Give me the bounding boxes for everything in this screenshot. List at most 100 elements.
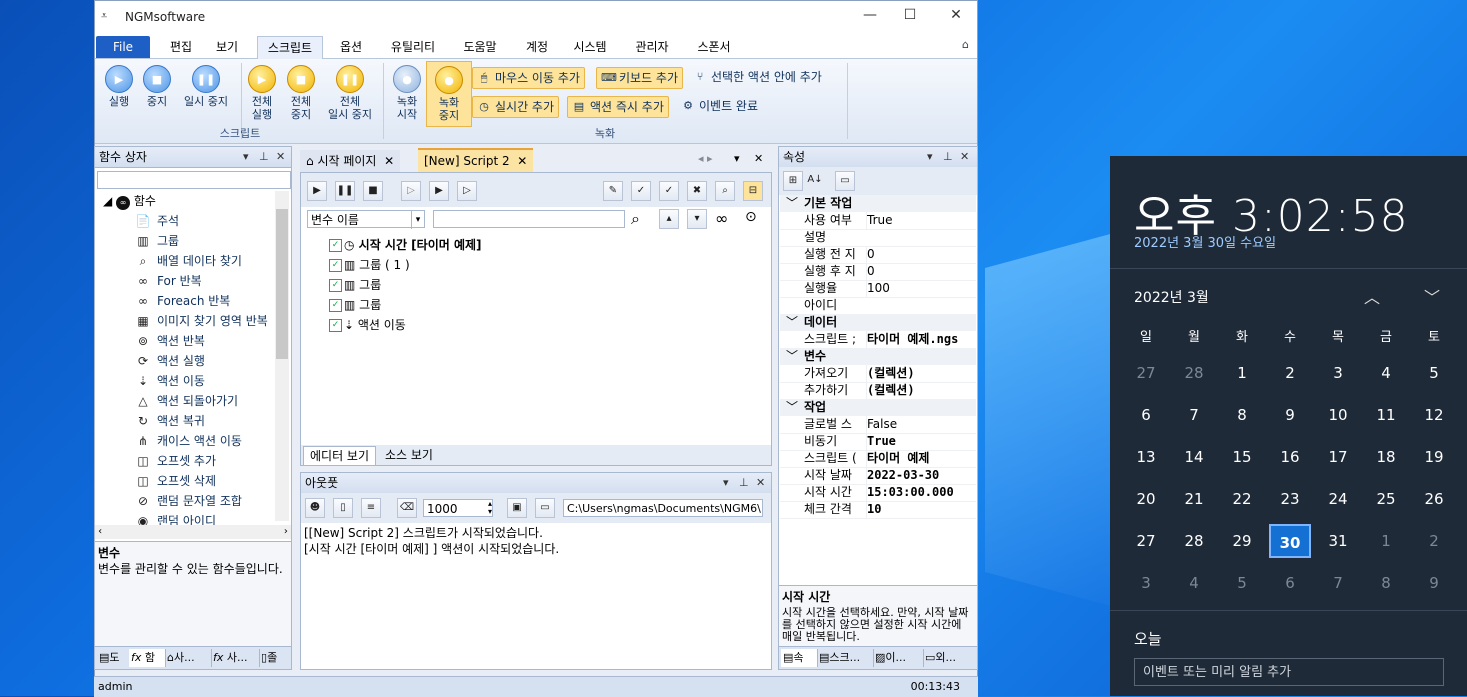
run-all-button[interactable]: ▶ 전체 실행 <box>240 65 284 121</box>
collapse-ribbon-icon[interactable]: ⌂ <box>962 38 969 51</box>
tab-new-script-2[interactable]: [New] Script 2 ✕ <box>418 148 534 172</box>
pin-icon[interactable]: ⊥ <box>259 147 269 167</box>
tab-list-icon[interactable]: ▾ <box>734 152 740 165</box>
calendar-day[interactable]: 3 <box>1317 356 1359 390</box>
property-row[interactable]: 시작 시간 15:03:00.000 <box>780 484 976 502</box>
output-list-icon[interactable]: ≡ <box>361 498 381 518</box>
editor-edit-icon[interactable]: ✎ <box>603 181 623 201</box>
chevron-down-icon[interactable]: ﹀ <box>1424 284 1440 308</box>
tab-file[interactable]: File <box>96 36 150 58</box>
tab-images[interactable]: ▨이... <box>873 649 924 667</box>
calendar-day[interactable]: 18 <box>1365 440 1407 474</box>
property-row[interactable]: 실행 전 지0 <box>780 246 976 264</box>
calendar-day[interactable]: 2 <box>1413 524 1455 558</box>
calendar-day[interactable]: 7 <box>1317 566 1359 600</box>
sort-az-icon[interactable]: A↓ <box>805 171 825 191</box>
tab-script[interactable]: 스크립트 <box>257 36 323 59</box>
add-keyboard-button[interactable]: ⌨ 키보드 추가 <box>596 67 684 89</box>
toolbox-hscrollbar[interactable]: ‹ › <box>95 525 291 539</box>
property-category[interactable]: ﹀ 기본 작업 <box>780 195 976 212</box>
property-row[interactable]: 가져오기 (컬렉션) <box>780 365 976 383</box>
tab-edit[interactable]: 편집 <box>163 36 199 58</box>
folder-icon[interactable]: ▭ <box>535 498 555 518</box>
move-up-icon[interactable]: ▴ <box>659 209 679 229</box>
output-line-limit[interactable]: 1000 ▴ ▾ <box>423 499 493 517</box>
editor-search-icon[interactable]: ⌕ <box>715 181 735 201</box>
add-event-input[interactable]: 이벤트 또는 미리 알림 추가 <box>1134 658 1444 686</box>
editor-step-icon[interactable]: ▷ <box>401 181 421 201</box>
tab-start-page[interactable]: ⌂ 시작 페이지 ✕ <box>300 150 401 172</box>
stop-all-button[interactable]: ■ 전체 중지 <box>279 65 323 121</box>
tab-sponsor[interactable]: 스폰서 <box>691 36 737 58</box>
calendar-day[interactable]: 2 <box>1269 356 1311 390</box>
variable-value-input[interactable] <box>433 210 625 228</box>
property-pages-icon[interactable]: ▭ <box>835 171 855 191</box>
toolbox-item[interactable]: 📄 주석 <box>135 211 180 231</box>
toolbox-item[interactable]: ⊚ 액션 반복 <box>135 331 205 351</box>
calendar-day[interactable]: 1 <box>1221 356 1263 390</box>
close-button[interactable]: ✕ <box>941 7 971 27</box>
property-row[interactable]: 스크립트 (타이머 예제 <box>780 450 976 468</box>
output-log-icon[interactable]: ▯ <box>333 498 353 518</box>
maximize-button[interactable]: ☐ <box>895 7 925 27</box>
calendar-day[interactable]: 14 <box>1173 440 1215 474</box>
tab-scroll-icon[interactable]: ◂ ▸ <box>698 152 713 165</box>
categorized-icon[interactable]: ⊞ <box>783 171 803 191</box>
add-in-selected-action-button[interactable]: ⑂ 선택한 액션 안에 추가 <box>689 67 826 87</box>
toolbox-item[interactable]: ▦ 이미지 찾기 영역 반복 <box>135 311 267 331</box>
editor-stop-icon[interactable]: ■ <box>363 181 383 201</box>
toolbox-item[interactable]: ◫ 오프셋 삭제 <box>135 471 216 491</box>
calendar-day[interactable]: 1 <box>1365 524 1407 558</box>
calendar-day[interactable]: 27 <box>1125 524 1167 558</box>
tab-editor-view[interactable]: 에디터 보기 <box>303 446 377 466</box>
save-icon[interactable]: ▣ <box>507 498 527 518</box>
tab-utility[interactable]: 유틸리티 <box>385 36 441 58</box>
editor-step-into-icon[interactable]: ▶ <box>429 181 449 201</box>
property-row[interactable]: 시작 날짜 2022-03-30 <box>780 467 976 485</box>
toolbox-item[interactable]: ⋔ 캐이스 액션 이동 <box>135 431 242 451</box>
calendar-day[interactable]: 3 <box>1125 566 1167 600</box>
toolbox-scrollbar[interactable] <box>275 191 289 521</box>
tab-close-icon[interactable]: ✕ <box>754 152 763 165</box>
toolbox-search-input[interactable] <box>97 171 291 189</box>
record-stop-button[interactable]: ● 녹화 중지 <box>426 61 472 127</box>
dropdown-icon[interactable]: ▾ <box>243 147 249 167</box>
pin-icon[interactable]: ⊥ <box>739 473 749 493</box>
dropdown-icon[interactable]: ▾ <box>723 473 729 493</box>
add-realtime-button[interactable]: ◷ 실시간 추가 <box>472 96 560 118</box>
calendar-day[interactable]: 6 <box>1125 398 1167 432</box>
script-action-row[interactable]: ✓ ▥ 그룹 <box>329 295 381 315</box>
action-checkbox[interactable]: ✓ <box>329 319 342 332</box>
search-icon[interactable]: ⌕ <box>631 209 640 229</box>
calendar-day[interactable]: 8 <box>1365 566 1407 600</box>
dropdown-icon[interactable]: ▾ <box>927 147 933 167</box>
calendar-day[interactable]: 8 <box>1221 398 1263 432</box>
editor-step-over-icon[interactable]: ▷ <box>457 181 477 201</box>
calendar-month[interactable]: 2022년 3월 <box>1134 287 1209 307</box>
property-category[interactable]: ﹀ 데이터 <box>780 314 976 331</box>
output-erase-icon[interactable]: ⌫ <box>397 498 417 518</box>
calendar-day[interactable]: 5 <box>1221 566 1263 600</box>
tab-system[interactable]: 시스템 <box>567 36 613 58</box>
close-icon[interactable]: ✕ <box>756 473 765 493</box>
tree-root[interactable]: ◢ ∞ 함수 <box>103 191 156 211</box>
move-down-icon[interactable]: ▾ <box>687 209 707 229</box>
calendar-day[interactable]: 28 <box>1173 524 1215 558</box>
property-row[interactable]: 스크립트 ; 타이머 예제.ngs <box>780 331 976 349</box>
calendar-day[interactable]: 11 <box>1365 398 1407 432</box>
calendar-day[interactable]: 4 <box>1173 566 1215 600</box>
record-start-button[interactable]: ● 녹화 시작 <box>385 65 429 121</box>
script-action-row[interactable]: ✓ ⇣ 액션 이동 <box>329 315 406 335</box>
property-row[interactable]: 실행율 100 <box>780 280 976 298</box>
calendar-day[interactable]: 24 <box>1317 482 1359 516</box>
property-row[interactable]: 추가하기 (컬렉션) <box>780 382 976 400</box>
collapse-icon[interactable]: ﹀ <box>786 348 798 365</box>
property-row[interactable]: 글로벌 스 False <box>780 416 976 434</box>
tab-script-list[interactable]: ▤스크... <box>817 649 874 667</box>
calendar-day[interactable]: 13 <box>1125 440 1167 474</box>
output-bot-icon[interactable]: ☻ <box>305 498 325 518</box>
calendar-day[interactable]: 6 <box>1269 566 1311 600</box>
system-menu-icon[interactable]: ⩡ <box>101 9 107 23</box>
calendar-day[interactable]: 15 <box>1221 440 1263 474</box>
stop-button[interactable]: ■ 중지 <box>135 65 179 108</box>
